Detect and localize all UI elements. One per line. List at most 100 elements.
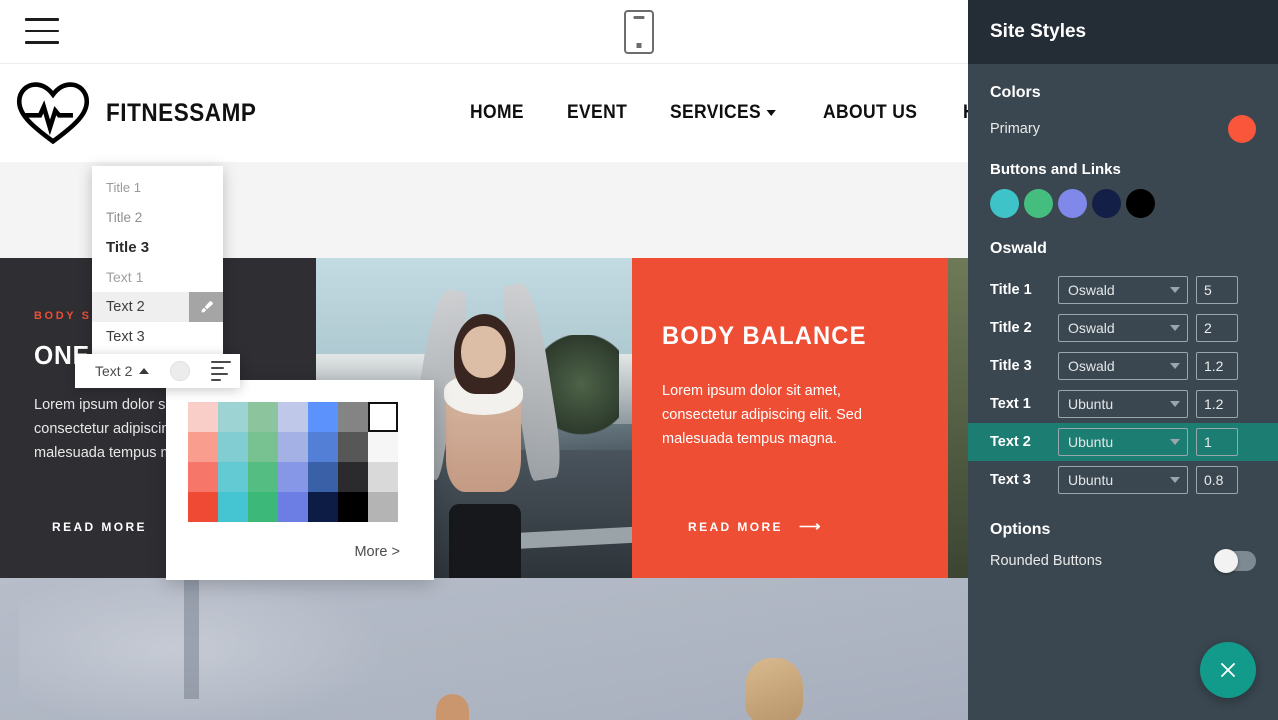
color-swatch[interactable] xyxy=(308,432,338,462)
font-size-input[interactable]: 2 xyxy=(1196,314,1238,342)
color-swatch[interactable] xyxy=(308,462,338,492)
website-preview-canvas: FITNESSAMP HOME EVENT SERVICES ABOUT US … xyxy=(0,0,968,720)
button-link-color-swatch[interactable] xyxy=(1024,189,1053,218)
close-panel-button[interactable] xyxy=(1200,642,1256,698)
color-swatch[interactable] xyxy=(218,492,248,522)
button-link-color-swatch[interactable] xyxy=(1126,189,1155,218)
font-row-text-3[interactable]: Text 3 Ubuntu 0.8 xyxy=(968,461,1278,499)
style-option-title-2[interactable]: Title 2 xyxy=(92,202,223,232)
arrow-right-icon: ⟶ xyxy=(798,518,823,535)
chevron-down-icon xyxy=(1170,287,1180,293)
photo-pole xyxy=(183,578,200,699)
font-family-select[interactable]: Ubuntu xyxy=(1058,466,1188,494)
more-colors-link[interactable]: More > xyxy=(354,544,400,560)
color-swatch[interactable] xyxy=(248,492,278,522)
font-family-select[interactable]: Oswald xyxy=(1058,352,1188,380)
font-family-select[interactable]: Oswald xyxy=(1058,314,1188,342)
nav-item-event[interactable]: EVENT xyxy=(567,102,627,124)
font-row-text-1[interactable]: Text 1 Ubuntu 1.2 xyxy=(968,385,1278,423)
color-swatch[interactable] xyxy=(338,492,368,522)
nav-item-home[interactable]: HOME xyxy=(470,102,524,124)
font-size-input[interactable]: 1.2 xyxy=(1196,390,1238,418)
hamburger-icon[interactable] xyxy=(25,18,59,46)
style-option-text-3[interactable]: Text 3 xyxy=(92,322,223,352)
font-row-label: Text 3 xyxy=(990,472,1031,488)
style-option-text-1[interactable]: Text 1 xyxy=(92,262,223,292)
chevron-down-icon xyxy=(1170,363,1180,369)
read-more-button[interactable]: READ MORE xyxy=(52,520,147,534)
builder-topbar xyxy=(0,0,968,64)
style-option-label: Title 2 xyxy=(106,209,143,225)
color-swatch[interactable] xyxy=(338,432,368,462)
style-option-label: Text 3 xyxy=(106,329,145,345)
panel-title: Site Styles xyxy=(990,21,1087,42)
style-select-button[interactable]: Text 2 xyxy=(75,363,150,379)
font-family-select[interactable]: Ubuntu xyxy=(1058,428,1188,456)
font-size-input[interactable]: 0.8 xyxy=(1196,466,1238,494)
rounded-buttons-toggle[interactable] xyxy=(1214,549,1256,573)
color-picker-popover: More > xyxy=(166,380,434,580)
font-row-text-2[interactable]: Text 2 Ubuntu 1 xyxy=(968,423,1278,461)
color-swatch[interactable] xyxy=(188,462,218,492)
style-option-title-1[interactable]: Title 1 xyxy=(92,172,223,202)
color-swatch[interactable] xyxy=(368,462,398,492)
rounded-buttons-label: Rounded Buttons xyxy=(990,553,1103,569)
color-swatch[interactable] xyxy=(338,462,368,492)
photo-pants xyxy=(448,504,521,578)
button-link-color-swatch[interactable] xyxy=(1058,189,1087,218)
color-swatch[interactable] xyxy=(338,402,368,432)
font-family-select[interactable]: Ubuntu xyxy=(1058,390,1188,418)
font-family-value: Ubuntu xyxy=(1068,396,1114,412)
color-swatch[interactable] xyxy=(218,402,248,432)
color-swatch[interactable] xyxy=(368,492,398,522)
phone-speaker-detail xyxy=(633,16,645,19)
color-swatch[interactable] xyxy=(188,492,218,522)
font-row-title-2[interactable]: Title 2 Oswald 2 xyxy=(968,309,1278,347)
site-navigation: HOME EVENT SERVICES ABOUT US HELP F xyxy=(470,64,968,162)
color-swatch[interactable] xyxy=(188,402,218,432)
color-swatch[interactable] xyxy=(248,462,278,492)
close-x-icon xyxy=(1221,663,1235,677)
mobile-preview-icon[interactable] xyxy=(624,10,654,54)
site-styles-panel: Site Styles Colors Primary Buttons and L… xyxy=(968,0,1278,720)
color-swatch-button[interactable] xyxy=(170,361,191,381)
nav-label: ABOUT US xyxy=(822,102,918,123)
color-swatch[interactable] xyxy=(218,462,248,492)
site-header: FITNESSAMP HOME EVENT SERVICES ABOUT US … xyxy=(0,64,968,162)
font-row-title-3[interactable]: Title 3 Oswald 1.2 xyxy=(968,347,1278,385)
paintbrush-icon[interactable] xyxy=(189,292,223,322)
nav-item-about-us[interactable]: ABOUT US xyxy=(823,102,917,124)
color-swatch[interactable] xyxy=(218,432,248,462)
nav-item-services[interactable]: SERVICES xyxy=(670,102,776,124)
align-left-icon[interactable] xyxy=(211,361,232,381)
color-swatch[interactable] xyxy=(308,492,338,522)
font-size-input[interactable]: 1.2 xyxy=(1196,352,1238,380)
color-swatch[interactable] xyxy=(188,432,218,462)
font-size-input[interactable]: 5 xyxy=(1196,276,1238,304)
color-swatch[interactable] xyxy=(308,402,338,432)
button-link-color-swatch[interactable] xyxy=(1092,189,1121,218)
site-brand[interactable]: FITNESSAMP xyxy=(14,80,273,146)
phone-home-detail xyxy=(636,43,642,48)
photo-shoe-left xyxy=(435,694,469,720)
font-row-title-1[interactable]: Title 1 Oswald 5 xyxy=(968,271,1278,309)
color-swatch[interactable] xyxy=(368,402,398,432)
color-swatch[interactable] xyxy=(278,432,308,462)
color-swatch[interactable] xyxy=(278,462,308,492)
color-swatch[interactable] xyxy=(248,432,278,462)
color-swatch[interactable] xyxy=(278,402,308,432)
color-swatch[interactable] xyxy=(278,492,308,522)
style-option-text-2[interactable]: Text 2 xyxy=(92,292,223,322)
style-option-label: Text 1 xyxy=(106,269,144,285)
color-swatch[interactable] xyxy=(368,432,398,462)
panel-body: Colors Primary Buttons and Links Oswald … xyxy=(968,64,1278,573)
font-family-select[interactable]: Oswald xyxy=(1058,276,1188,304)
nav-label: EVENT xyxy=(566,102,627,123)
read-more-button[interactable]: READ MORE ⟶ xyxy=(688,519,823,534)
app-root: FITNESSAMP HOME EVENT SERVICES ABOUT US … xyxy=(0,0,1278,720)
primary-color-swatch[interactable] xyxy=(1228,115,1256,143)
button-link-color-swatch[interactable] xyxy=(990,189,1019,218)
color-swatch[interactable] xyxy=(248,402,278,432)
font-size-input[interactable]: 1 xyxy=(1196,428,1238,456)
style-option-title-3[interactable]: Title 3 xyxy=(92,232,223,262)
